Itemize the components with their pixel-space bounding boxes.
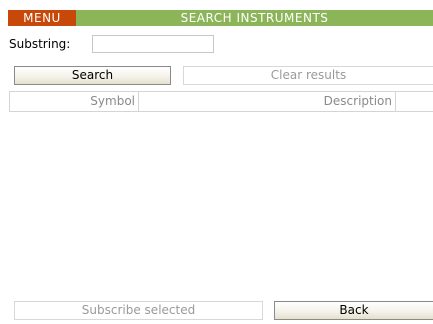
subscribe-selected-button[interactable]: Subscribe selected bbox=[14, 301, 263, 320]
substring-label: Substring: bbox=[9, 37, 71, 51]
column-header-description[interactable]: Description bbox=[139, 92, 396, 111]
back-button[interactable]: Back bbox=[274, 301, 433, 320]
results-table-header: Symbol Description bbox=[9, 91, 433, 112]
clear-results-button[interactable]: Clear results bbox=[183, 66, 433, 85]
substring-input[interactable] bbox=[92, 35, 214, 53]
results-table-body[interactable] bbox=[9, 112, 433, 294]
menu-button[interactable]: MENU bbox=[8, 10, 76, 26]
search-button[interactable]: Search bbox=[14, 66, 171, 85]
page-title: SEARCH INSTRUMENTS bbox=[180, 11, 329, 25]
search-instruments-screen: MENU SEARCH INSTRUMENTS Substring: Searc… bbox=[0, 0, 433, 324]
column-header-symbol[interactable]: Symbol bbox=[10, 92, 139, 111]
